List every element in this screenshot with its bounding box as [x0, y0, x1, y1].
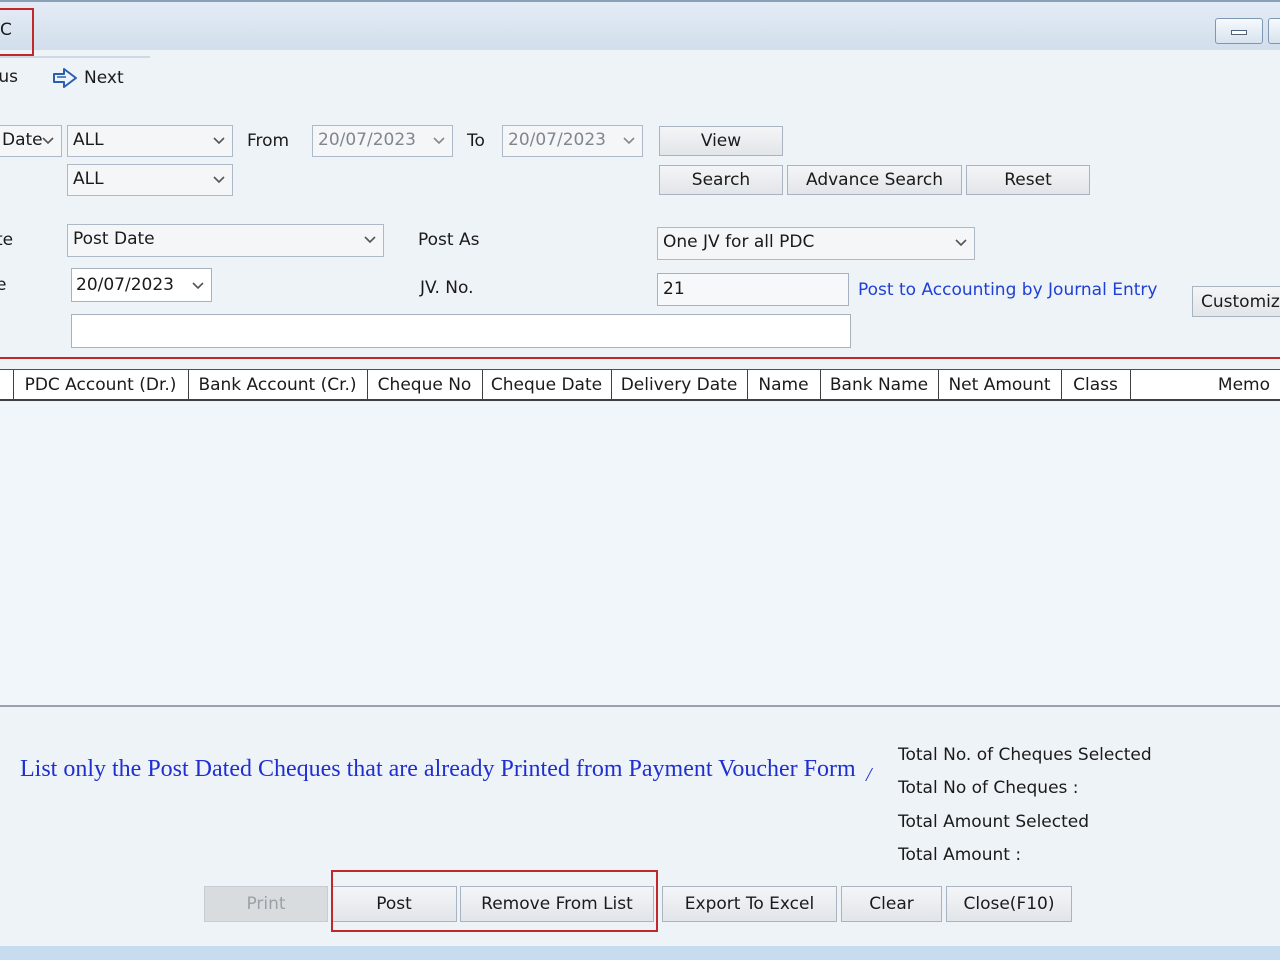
action-highlight-box — [331, 870, 658, 932]
column-net-amount[interactable]: Net Amount — [938, 370, 1062, 400]
column-cheque-no[interactable]: Cheque No — [367, 370, 483, 400]
total-cheques-label: Total No of Cheques : — [898, 778, 1079, 798]
post-date-value: 20/07/2023 — [76, 275, 174, 295]
post-date-type-value: Post Date — [73, 229, 155, 249]
jv-no-label: JV. No. — [420, 278, 474, 298]
post-date-type-combo[interactable]: Post Date — [67, 224, 384, 257]
to-date-value: 20/07/2023 — [508, 130, 606, 150]
maximize-button[interactable] — [1268, 18, 1280, 44]
window-bottom-border — [0, 946, 1280, 960]
chevron-down-icon — [955, 239, 967, 247]
chevron-down-icon — [433, 137, 445, 145]
column-cheque-date[interactable]: Cheque Date — [482, 370, 612, 400]
print-button[interactable]: Print — [204, 886, 328, 922]
chevron-down-icon — [623, 137, 635, 145]
advance-search-button[interactable]: Advance Search — [787, 165, 962, 195]
chevron-down-icon — [213, 137, 225, 145]
from-date-value: 20/07/2023 — [318, 130, 416, 150]
grid-header: PDC Account (Dr.) Bank Account (Cr.) Che… — [0, 369, 1280, 401]
list-note-tail: / — [866, 764, 872, 786]
filter-value-2: ALL — [73, 169, 104, 189]
filter-value-1: ALL — [73, 130, 104, 150]
post-to-accounting-link[interactable]: Post to Accounting by Journal Entry — [858, 280, 1157, 300]
previous-button[interactable]: ous — [0, 67, 18, 87]
filter-combo-2[interactable]: ALL — [67, 164, 233, 196]
search-button[interactable]: Search — [659, 165, 783, 195]
post-as-value: One JV for all PDC — [663, 232, 815, 252]
grid-bottom-divider — [0, 705, 1280, 707]
chevron-down-icon — [192, 282, 204, 290]
title-bar — [0, 0, 1280, 50]
column-class[interactable]: Class — [1061, 370, 1131, 400]
minimize-icon — [1231, 30, 1247, 35]
to-label: To — [467, 131, 485, 151]
grid-body[interactable] — [0, 402, 1280, 705]
post-date-label: e — [0, 275, 7, 295]
window-tab-title[interactable]: C — [0, 20, 12, 40]
to-date-picker[interactable]: 20/07/2023 — [502, 125, 643, 157]
list-note: List only the Post Dated Cheques that ar… — [20, 756, 856, 782]
tab-divider — [0, 56, 150, 58]
customize-button[interactable]: Customize — [1192, 286, 1280, 317]
jv-no-value: 21 — [663, 279, 685, 299]
post-as-label: Post As — [418, 230, 480, 250]
memo-input[interactable] — [71, 314, 851, 348]
post-date-type-label: te — [0, 230, 14, 250]
next-button[interactable]: Next — [52, 67, 124, 89]
jv-no-input[interactable]: 21 — [657, 273, 849, 306]
date-type-value: Date — [2, 130, 43, 150]
column-select[interactable] — [0, 370, 14, 400]
clear-button[interactable]: Clear — [841, 886, 942, 922]
column-bank-account[interactable]: Bank Account (Cr.) — [188, 370, 368, 400]
view-button[interactable]: View — [659, 126, 783, 156]
column-name[interactable]: Name — [747, 370, 821, 400]
filter-combo-1[interactable]: ALL — [67, 125, 233, 157]
export-to-excel-button[interactable]: Export To Excel — [662, 886, 837, 922]
from-label: From — [247, 131, 290, 151]
post-as-combo[interactable]: One JV for all PDC — [657, 227, 975, 260]
chevron-down-icon — [42, 137, 54, 145]
reset-button[interactable]: Reset — [966, 165, 1090, 195]
minimize-button[interactable] — [1215, 18, 1263, 44]
column-delivery-date[interactable]: Delivery Date — [611, 370, 748, 400]
total-selected-cheques-label: Total No. of Cheques Selected — [898, 745, 1152, 765]
next-arrow-icon — [53, 68, 77, 88]
column-pdc-account[interactable]: PDC Account (Dr.) — [13, 370, 189, 400]
total-amount-selected-label: Total Amount Selected — [898, 812, 1090, 832]
column-bank-name[interactable]: Bank Name — [820, 370, 939, 400]
close-button[interactable]: Close(F10) — [946, 886, 1072, 922]
chevron-down-icon — [213, 176, 225, 184]
column-memo[interactable]: Memo — [1130, 370, 1280, 400]
total-amount-label: Total Amount : — [898, 845, 1022, 865]
next-label: Next — [84, 68, 124, 88]
from-date-picker[interactable]: 20/07/2023 — [312, 125, 453, 157]
chevron-down-icon — [364, 236, 376, 244]
post-date-picker[interactable]: 20/07/2023 — [71, 268, 212, 302]
date-type-combo[interactable]: Date — [0, 125, 62, 157]
